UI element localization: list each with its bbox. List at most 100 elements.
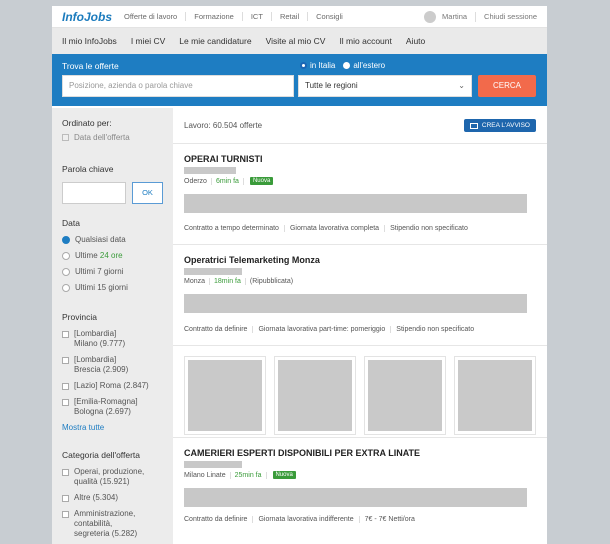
province-bologna[interactable]: [Emilia-Romagna] Bologna (2.697) — [62, 397, 163, 417]
offer-tag: Contratto da definire — [184, 326, 248, 333]
offer-tags: Contratto da definire Giornata lavorativ… — [184, 326, 479, 333]
image-thumbnail[interactable] — [274, 356, 356, 435]
category-count: segreteria (5.282) — [74, 529, 138, 538]
category-altre[interactable]: Altre (5.304) — [62, 493, 163, 503]
radio-selected-icon — [300, 62, 307, 69]
region-value: Tutte le regioni — [305, 81, 358, 90]
search-panel: Trova le offerte in Italia all'estero Po… — [52, 54, 547, 106]
offer-card[interactable]: CAMERIERI ESPERTI DISPONIBILI PER EXTRA … — [173, 438, 547, 539]
user-name[interactable]: Martina — [442, 12, 467, 21]
province-region: [Lombardia] — [74, 355, 117, 364]
category-label: contabilità, — [74, 519, 113, 528]
page: InfoJobs Offerte di lavoro Formazione IC… — [52, 6, 547, 544]
offer-tag: Contratto a tempo determinato — [184, 225, 279, 232]
description-placeholder — [184, 294, 527, 313]
subnav-help[interactable]: Aiuto — [406, 36, 425, 46]
offer-card[interactable]: Operatrici Telemarketing Monza Monza 18m… — [173, 245, 547, 346]
image-placeholder — [368, 360, 442, 431]
user-menu: Martina Chiudi sessione — [424, 10, 537, 23]
envelope-icon — [469, 122, 478, 129]
subnav-my-cv[interactable]: I miei CV — [131, 36, 165, 46]
region-select[interactable]: Tutte le regioni ⌄ — [298, 75, 472, 97]
province-brescia[interactable]: [Lombardia] Brescia (2.909) — [62, 355, 163, 375]
secondary-nav: Il mio InfoJobs I miei CV Le mie candida… — [52, 28, 547, 54]
province-name: Bologna (2.697) — [74, 407, 131, 416]
keyword-title: Parola chiave — [62, 164, 114, 174]
offer-title[interactable]: CAMERIERI ESPERTI DISPONIBILI PER EXTRA … — [184, 448, 536, 458]
infojobs-logo[interactable]: InfoJobs — [62, 10, 112, 24]
subnav-cv-visits[interactable]: Visite al mio CV — [266, 36, 326, 46]
category-operai[interactable]: Operai, produzione, qualità (15.921) — [62, 467, 163, 487]
offer-meta: Oderzo 6min fa Nuova — [184, 177, 536, 185]
offer-time: 6min fa — [210, 177, 244, 185]
province-region: [Emilia-Romagna] — [74, 397, 138, 406]
checkbox-icon — [62, 511, 69, 518]
description-placeholder — [184, 488, 527, 507]
radio-italy[interactable]: in Italia — [300, 61, 335, 70]
image-thumbnail[interactable] — [364, 356, 446, 435]
keyword-ok-button[interactable]: OK — [132, 182, 163, 204]
province-name: Brescia (2.909) — [74, 365, 129, 374]
offer-title[interactable]: Operatrici Telemarketing Monza — [184, 255, 536, 265]
nav-consigli[interactable]: Consigli — [307, 12, 351, 21]
radio-icon — [62, 283, 70, 292]
subnav-applications[interactable]: Le mie candidature — [179, 36, 251, 46]
image-placeholder — [188, 360, 262, 431]
nav-retail[interactable]: Retail — [270, 12, 307, 21]
date-15d-label: Ultimi 15 giorni — [75, 283, 128, 292]
offer-tag: Giornata lavorativa completa — [283, 225, 384, 232]
results-panel: Lavoro: 60.504 offerte CREA L'AVVISO OPE… — [173, 108, 547, 544]
subnav-account[interactable]: Il mio account — [339, 36, 391, 46]
date-15d[interactable]: Ultimi 15 giorni — [62, 283, 163, 292]
divider — [475, 11, 477, 22]
radio-selected-icon — [62, 235, 70, 244]
province-filter: Provincia [Lombardia] Milano (9.777) [Lom… — [62, 312, 163, 432]
subnav-my-infojobs[interactable]: Il mio InfoJobs — [62, 36, 117, 46]
radio-abroad[interactable]: all'estero — [343, 61, 385, 70]
description-placeholder — [184, 194, 527, 213]
offer-card[interactable]: OPERAI TURNISTI Oderzo 6min fa Nuova Con… — [173, 144, 547, 245]
new-badge: Nuova — [249, 177, 274, 185]
province-region: [Lombardia] — [74, 329, 117, 338]
sort-option[interactable]: Data dell'offerta — [62, 133, 163, 142]
company-placeholder — [184, 167, 236, 174]
create-alert-button[interactable]: CREA L'AVVISO — [463, 119, 536, 132]
search-input[interactable]: Posizione, azienda o parola chiave — [62, 75, 294, 97]
image-thumbnail[interactable] — [184, 356, 266, 435]
nav-ict[interactable]: ICT — [241, 12, 271, 21]
avatar[interactable] — [424, 10, 437, 23]
content: Ordinato per: Data dell'offerta Parola c… — [52, 108, 547, 544]
logout-link[interactable]: Chiudi sessione — [484, 12, 537, 21]
category-label: Operai, produzione, — [74, 467, 145, 476]
date-filter: Data Qualsiasi data Ultime 24 ore Ultimi… — [62, 218, 163, 292]
show-all-link[interactable]: Mostra tutte — [62, 423, 163, 432]
sort-option-label: Data dell'offerta — [74, 133, 130, 142]
nav-offerte[interactable]: Offerte di lavoro — [124, 12, 185, 21]
results-count: Lavoro: 60.504 offerte — [184, 121, 263, 130]
republished-label: (Ripubblicata) — [249, 278, 294, 285]
offer-tag: 7€ - 7€ Netti/ora — [358, 516, 420, 523]
offer-tag: Giornata lavorativa indifferente — [252, 516, 358, 523]
offer-location: Oderzo — [184, 177, 207, 185]
date-24h-highlight: 24 ore — [99, 251, 123, 260]
image-thumbnail[interactable] — [454, 356, 536, 435]
sort-title: Ordinato per: — [62, 118, 112, 128]
checkbox-icon — [62, 469, 69, 476]
date-7d[interactable]: Ultimi 7 giorni — [62, 267, 163, 276]
offer-meta: Monza 18min fa (Ripubblicata) — [184, 278, 536, 285]
nav-formazione[interactable]: Formazione — [185, 12, 242, 21]
offer-tag: Giornata lavorativa part-time: pomeriggi… — [252, 326, 390, 333]
search-button[interactable]: CERCA — [478, 75, 536, 97]
province-milano[interactable]: [Lombardia] Milano (9.777) — [62, 329, 163, 349]
offer-time: 25min fa — [229, 471, 267, 479]
date-24h-label: Ultime — [75, 251, 98, 260]
keyword-input[interactable] — [62, 182, 126, 204]
radio-italy-label: in Italia — [310, 61, 336, 70]
category-amministrazione[interactable]: Amministrazione, contabilità, segreteria (… — [62, 509, 163, 539]
province-name: [Lazio] Roma (2.847) — [74, 381, 149, 390]
date-any[interactable]: Qualsiasi data — [62, 235, 163, 244]
date-24h[interactable]: Ultime 24 ore — [62, 251, 163, 260]
offer-title[interactable]: OPERAI TURNISTI — [184, 154, 536, 164]
offer-time: 18min fa — [209, 278, 246, 285]
province-roma[interactable]: [Lazio] Roma (2.847) — [62, 381, 163, 391]
